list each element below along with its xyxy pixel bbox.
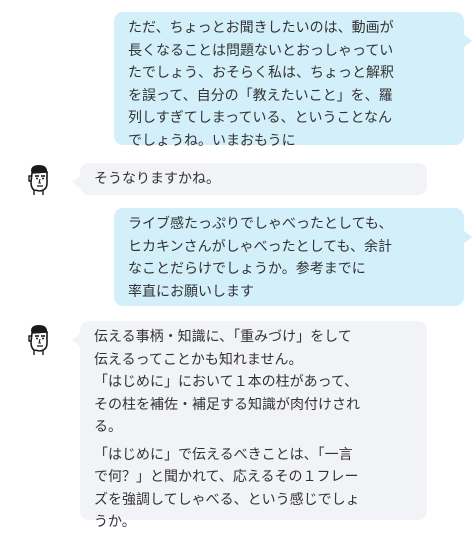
message-text: 伝える事柄・知識に、「重みづけ」をして 伝えるってことかも知れません。 「はじめ… [94, 329, 360, 435]
cartoon-man-face-icon [24, 322, 54, 356]
message-text: 「はじめに」で伝えるべきことは、「一言 で何？」と聞かれて、応えるその１フレー … [94, 446, 360, 531]
message-text: ライブ感たっぷりでしゃべったとしても、 ヒカキンさんがしゃべったとしても、余計 … [128, 216, 393, 300]
message-text: そうなりますかね。 [94, 171, 220, 187]
assistant-message-bubble: 伝える事柄・知識に、「重みづけ」をして 伝えるってことかも知れません。 「はじめ… [72, 321, 427, 530]
assistant-message-bubble: そうなりますかね。 [72, 163, 427, 195]
user-message-bubble: ライブ感たっぷりでしゃべったとしても、 ヒカキンさんがしゃべったとしても、余計 … [114, 208, 472, 306]
cartoon-man-face-icon [24, 162, 54, 196]
user-message-bubble: ただ、ちょっとお聞きしたいのは、動画が 長くなることは問題ないとおっしゃってい … [114, 12, 472, 149]
message-text: ただ、ちょっとお聞きしたいのは、動画が 長くなることは問題ないとおっしゃってい … [128, 20, 394, 149]
chat-thread: ただ、ちょっとお聞きしたいのは、動画が 長くなることは問題ないとおっしゃってい … [0, 0, 475, 530]
